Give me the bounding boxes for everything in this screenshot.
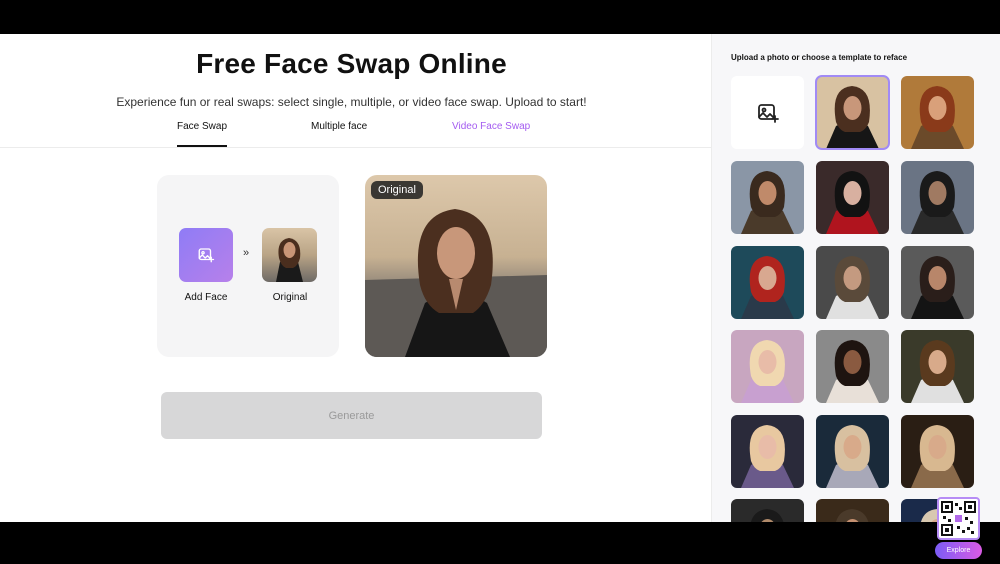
template-thumbnail[interactable]: [731, 246, 804, 319]
portrait-photo: [816, 499, 889, 522]
top-letterbox: [0, 0, 1000, 34]
upload-photo-button[interactable]: [731, 76, 804, 149]
template-thumbnail[interactable]: [816, 499, 889, 522]
template-thumbnail[interactable]: [901, 330, 974, 403]
woman-photo: [365, 175, 547, 357]
portrait-photo: [731, 161, 804, 234]
portrait-photo: [816, 161, 889, 234]
portrait-photo: [901, 246, 974, 319]
sidebar-title: Upload a photo or choose a template to r…: [731, 53, 908, 62]
template-thumbnail[interactable]: [901, 161, 974, 234]
portrait-photo: [731, 499, 804, 522]
template-thumbnail[interactable]: [816, 330, 889, 403]
add-image-icon: [198, 248, 215, 263]
arrow-icon: »: [243, 247, 250, 259]
original-badge: Original: [371, 181, 423, 199]
template-thumbnail[interactable]: [816, 246, 889, 319]
mode-tabs: Face Swap Multiple face Video Face Swap: [0, 120, 711, 148]
portrait-photo: [731, 246, 804, 319]
app-frame: Free Face Swap Online Experience fun or …: [0, 34, 1000, 522]
portrait-photo: [901, 415, 974, 488]
tab-face-swap[interactable]: Face Swap: [177, 121, 228, 147]
qr-code-pattern: [941, 501, 976, 536]
tab-multiple-face[interactable]: Multiple face: [311, 121, 367, 132]
bottom-letterbox: [0, 522, 1000, 564]
woman-photo: [262, 228, 317, 282]
add-face-label: Add Face: [184, 292, 228, 303]
template-thumbnail[interactable]: [816, 415, 889, 488]
main-area: Free Face Swap Online Experience fun or …: [0, 34, 711, 522]
portrait-photo: [816, 246, 889, 319]
template-thumbnail[interactable]: [815, 75, 890, 150]
original-thumbnail[interactable]: [262, 228, 317, 282]
template-thumbnail[interactable]: [731, 499, 804, 522]
page-title: Free Face Swap Online: [196, 48, 507, 79]
original-label: Original: [272, 292, 308, 303]
portrait-photo: [901, 76, 974, 149]
tab-video-face-swap[interactable]: Video Face Swap: [452, 121, 530, 132]
template-thumbnail[interactable]: [816, 161, 889, 234]
template-thumbnail[interactable]: [901, 76, 974, 149]
generate-button[interactable]: Generate: [161, 392, 542, 439]
template-thumbnail[interactable]: [901, 246, 974, 319]
qr-code-icon[interactable]: [937, 497, 980, 540]
portrait-photo: [731, 330, 804, 403]
template-thumbnail[interactable]: [731, 330, 804, 403]
explore-button[interactable]: Explore: [935, 542, 982, 559]
portrait-photo: [816, 76, 889, 149]
page-subtitle: Experience fun or real swaps: select sin…: [116, 95, 587, 109]
template-thumbnail[interactable]: [731, 415, 804, 488]
template-sidebar: Upload a photo or choose a template to r…: [711, 34, 1000, 522]
template-thumbnail[interactable]: [901, 415, 974, 488]
portrait-photo: [816, 415, 889, 488]
add-face-button[interactable]: [179, 228, 233, 282]
portrait-photo: [901, 161, 974, 234]
swap-panel: Add Face » Original: [157, 175, 339, 357]
preview-image: Original: [365, 175, 547, 357]
portrait-photo: [816, 330, 889, 403]
portrait-photo: [901, 330, 974, 403]
portrait-photo: [731, 415, 804, 488]
add-image-icon: [757, 103, 779, 123]
template-thumbnail[interactable]: [731, 161, 804, 234]
